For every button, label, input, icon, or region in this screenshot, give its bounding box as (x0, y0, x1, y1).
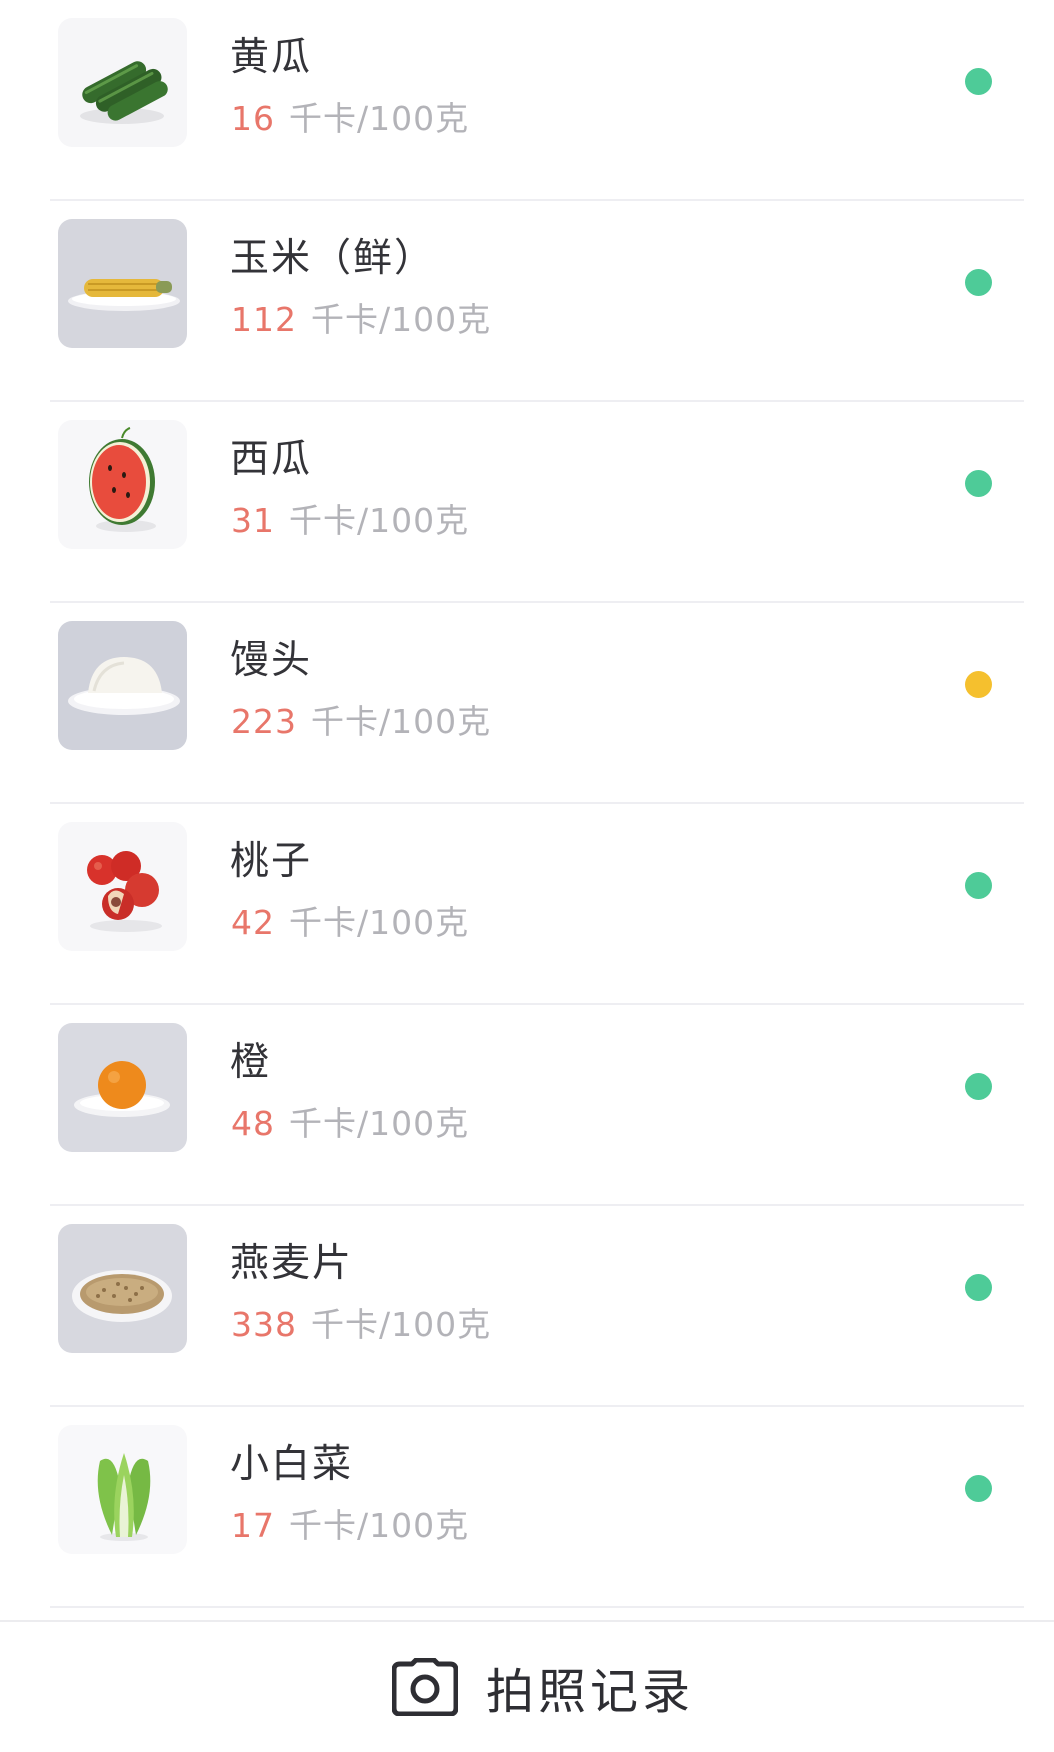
calorie-unit: 千卡/100克 (289, 1104, 470, 1143)
calorie-value: 223 (231, 702, 297, 741)
food-calories: 223 千卡/100克 (231, 695, 491, 743)
food-name: 玉米（鲜） (230, 236, 436, 281)
cucumber-icon (58, 18, 187, 147)
bottom-bar: 拍照记录 (0, 1620, 1054, 1752)
food-row-orange[interactable]: 橙 48 千卡/100克 (0, 1005, 1054, 1206)
calorie-unit: 千卡/100克 (311, 1305, 492, 1344)
photo-record-label: 拍照记录 (486, 1664, 695, 1720)
food-name: 西瓜 (230, 437, 313, 482)
status-dot (965, 269, 992, 296)
food-name: 橙 (230, 1040, 272, 1085)
watermelon-icon (58, 420, 187, 549)
food-row-peach[interactable]: 桃子 42 千卡/100克 (0, 804, 1054, 1005)
status-dot (965, 1073, 992, 1100)
status-dot (965, 68, 992, 95)
food-calories: 48 千卡/100克 (231, 1097, 469, 1145)
calorie-unit: 千卡/100克 (289, 99, 470, 138)
status-dot (965, 671, 992, 698)
calorie-value: 42 (231, 903, 275, 942)
calorie-unit: 千卡/100克 (311, 702, 492, 741)
oatmeal-icon (58, 1224, 187, 1353)
status-dot (965, 872, 992, 899)
calorie-unit: 千卡/100克 (289, 1506, 470, 1545)
steamed-bun-icon (58, 621, 187, 750)
food-calories: 17 千卡/100克 (231, 1499, 469, 1547)
food-row-corn[interactable]: 玉米（鲜） 112 千卡/100克 (0, 201, 1054, 402)
food-name: 馒头 (230, 638, 313, 683)
food-calories: 42 千卡/100克 (231, 896, 469, 944)
orange-icon (58, 1023, 187, 1152)
food-row-bok-choy[interactable]: 小白菜 17 千卡/100克 (0, 1407, 1054, 1608)
status-dot (965, 1274, 992, 1301)
status-dot (965, 470, 992, 497)
calorie-value: 17 (231, 1506, 275, 1545)
food-name: 桃子 (230, 839, 313, 884)
calorie-value: 16 (231, 99, 275, 138)
peach-icon (58, 822, 187, 951)
food-calories: 31 千卡/100克 (231, 494, 469, 542)
calorie-value: 338 (231, 1305, 297, 1344)
food-row-watermelon[interactable]: 西瓜 31 千卡/100克 (0, 402, 1054, 603)
food-calories: 338 千卡/100克 (231, 1298, 491, 1346)
food-name: 小白菜 (230, 1442, 354, 1487)
food-row-cucumber[interactable]: 黄瓜 16 千卡/100克 (0, 0, 1054, 201)
calorie-unit: 千卡/100克 (289, 903, 470, 942)
camera-icon (392, 1658, 458, 1716)
row-divider (50, 1606, 1024, 1608)
calorie-value: 112 (231, 300, 297, 339)
corn-icon (58, 219, 187, 348)
calorie-value: 31 (231, 501, 275, 540)
bok-choy-icon (58, 1425, 187, 1554)
calorie-unit: 千卡/100克 (311, 300, 492, 339)
food-row-oatmeal[interactable]: 燕麦片 338 千卡/100克 (0, 1206, 1054, 1407)
food-name: 燕麦片 (230, 1241, 354, 1286)
food-row-steamed-bun[interactable]: 馒头 223 千卡/100克 (0, 603, 1054, 804)
status-dot (965, 1475, 992, 1502)
calorie-unit: 千卡/100克 (289, 501, 470, 540)
calorie-value: 48 (231, 1104, 275, 1143)
food-calories: 112 千卡/100克 (231, 293, 491, 341)
photo-record-button[interactable]: 拍照记录 (392, 1652, 694, 1722)
food-calories: 16 千卡/100克 (231, 92, 469, 140)
food-name: 黄瓜 (230, 35, 313, 80)
